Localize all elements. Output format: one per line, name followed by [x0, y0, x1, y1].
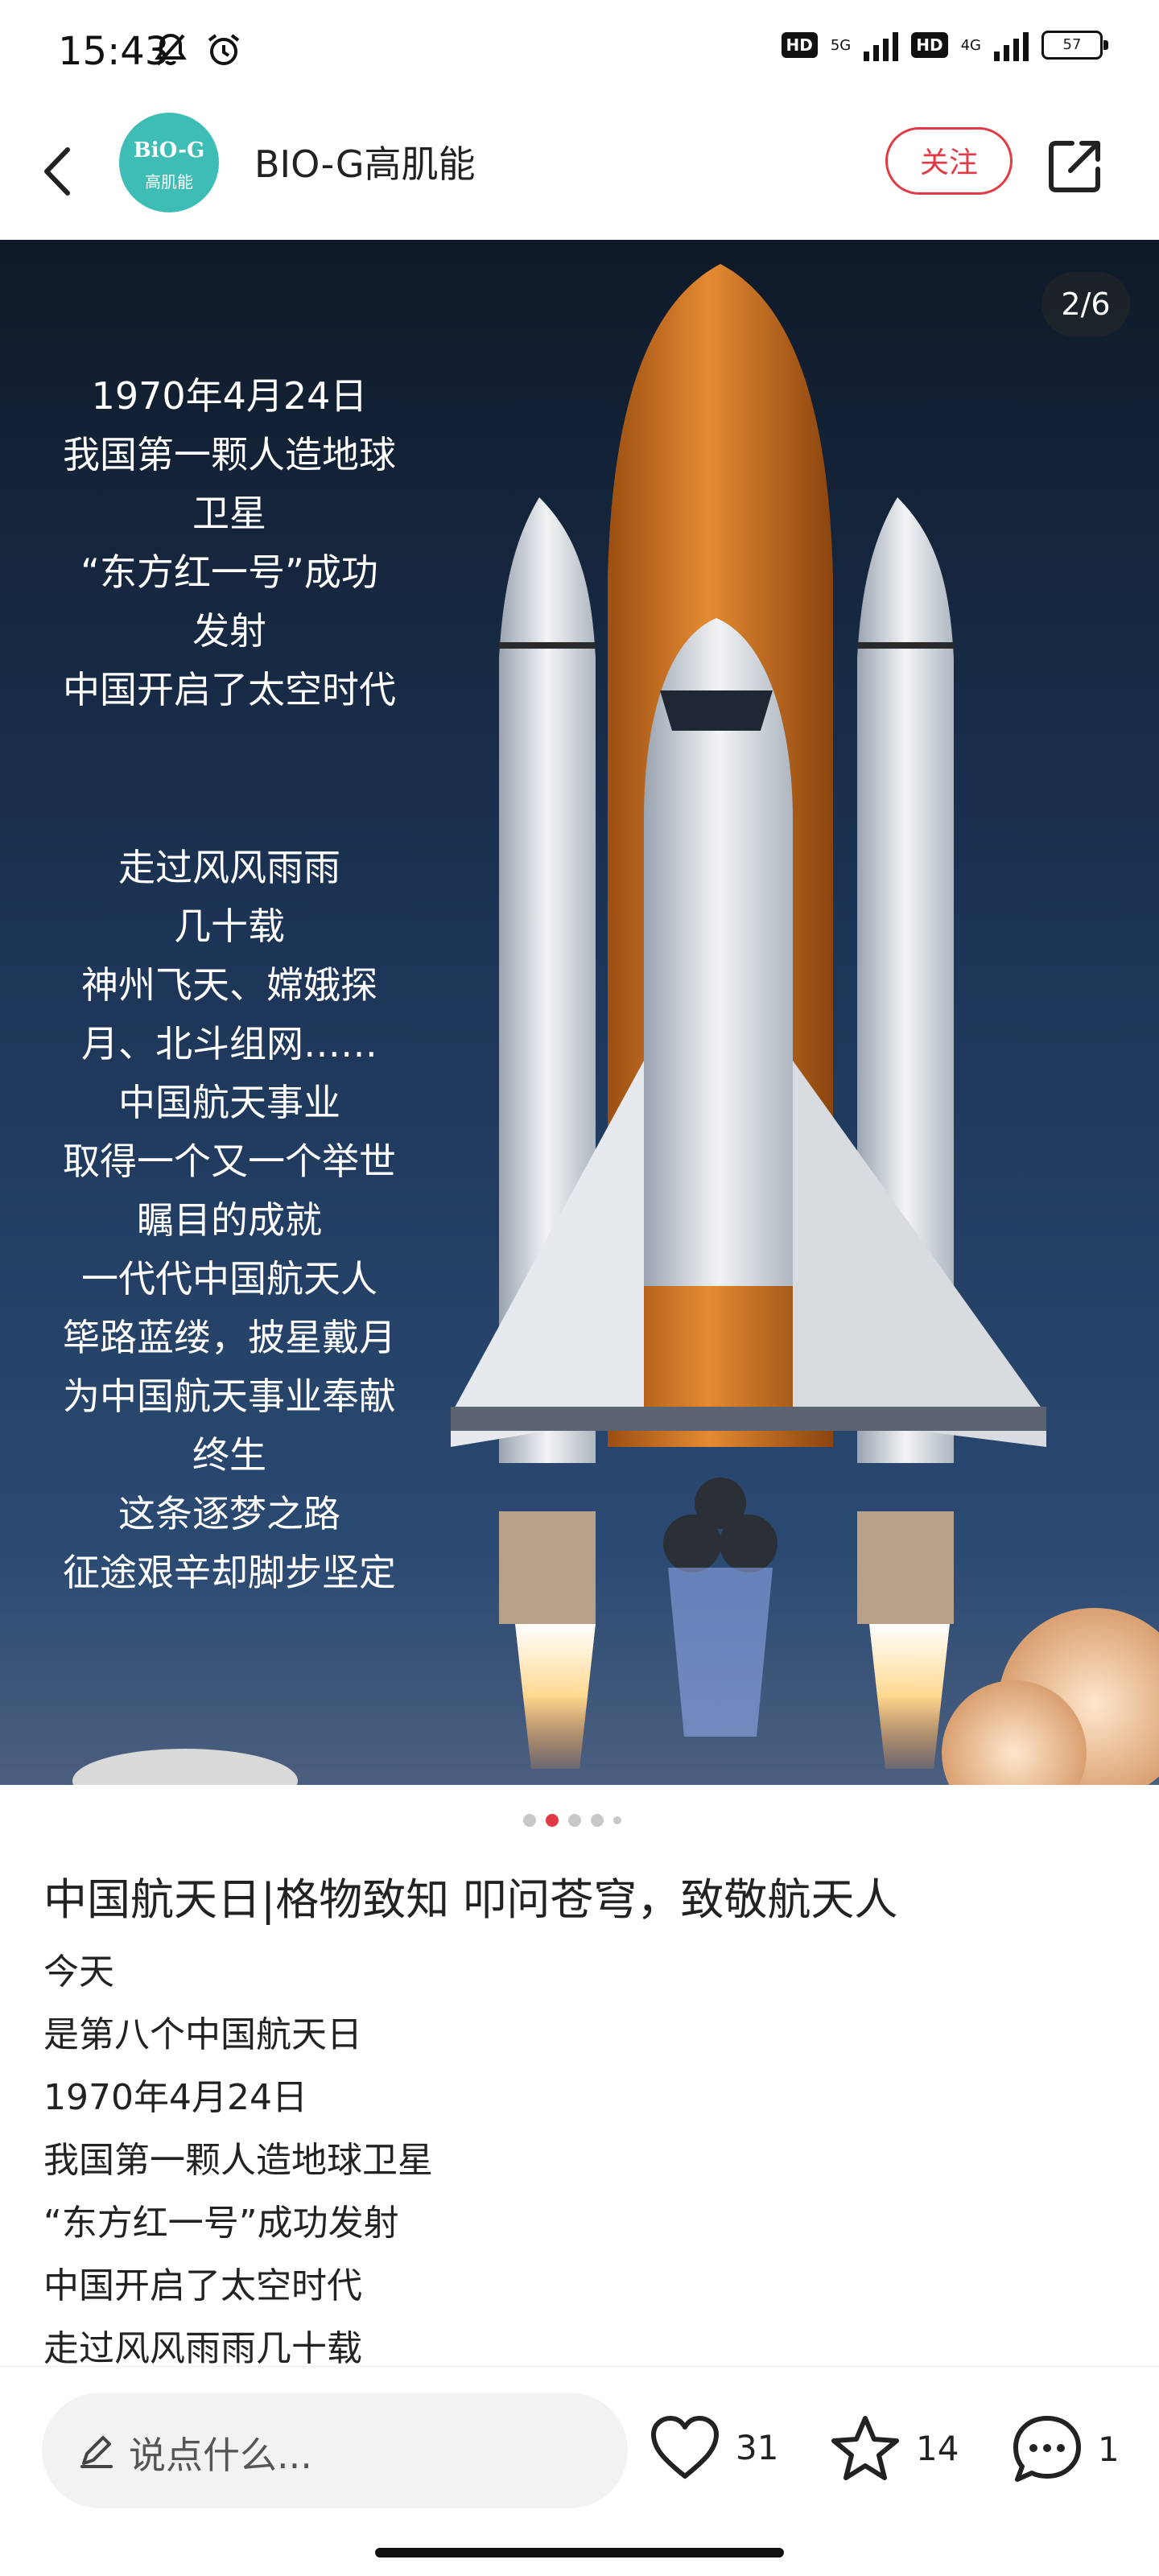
overlay-line: 神州飞天、嫦娥探 [81, 963, 377, 1007]
bottom-action-bar: 说点什么... 31 14 1 [0, 2366, 1159, 2576]
favorite-button[interactable]: 14 [829, 2413, 959, 2483]
signal-icon [864, 29, 899, 61]
post-body-line: 我国第一颗人造地球卫星 [43, 2140, 433, 2181]
overlay-line: 几十载 [174, 905, 285, 948]
post-body-line: “东方红一号”成功发射 [43, 2203, 399, 2244]
post-body-line: 中国开启了太空时代 [43, 2265, 362, 2306]
overlay-line: 筚路蓝缕，披星戴月 [63, 1316, 396, 1359]
avatar-logo-text: BiO-G [133, 138, 205, 163]
overlay-line: 这条逐梦之路 [118, 1492, 340, 1535]
follow-button[interactable]: 关注 [885, 127, 1013, 195]
overlay-line: 取得一个又一个举世 [63, 1140, 396, 1183]
battery-icon: 57 [1041, 31, 1108, 60]
status-right-icons: HD 5G HD 4G 57 [781, 29, 1108, 61]
hd-badge-1: HD [781, 32, 818, 58]
share-icon[interactable] [1043, 134, 1107, 198]
alarm-icon [208, 34, 240, 65]
favorite-count: 14 [916, 2428, 959, 2468]
overlay-line: 一代代中国航天人 [81, 1257, 377, 1300]
pencil-icon [80, 2436, 113, 2468]
like-button[interactable]: 31 [649, 2413, 778, 2481]
status-left-icons [151, 31, 243, 69]
post-title: 中国航天日|格物致知 叩问苍穹，致敬航天人 [43, 1874, 898, 1925]
overlay-line: 我国第一颗人造地球 [63, 433, 396, 476]
post-body: 今天 是第八个中国航天日 1970年4月24日 我国第一颗人造地球卫星 “东方红… [43, 1941, 1122, 2368]
heart-icon [651, 2416, 719, 2479]
comment-button[interactable]: 1 [1011, 2413, 1120, 2484]
comment-placeholder: 说点什么... [129, 2434, 312, 2477]
mute-bell-icon [155, 33, 187, 66]
comment-bubble-icon [1013, 2416, 1081, 2482]
carousel-dot-active[interactable] [546, 1814, 559, 1827]
like-count: 31 [736, 2427, 779, 2467]
home-indicator[interactable] [375, 2548, 784, 2557]
carousel-dots [523, 1814, 621, 1827]
carousel-dot[interactable] [591, 1814, 604, 1827]
signal-icon-2 [994, 29, 1029, 61]
post-body-line: 走过风风雨雨几十载 [43, 2328, 362, 2368]
status-bar: 15:43 HD 5G HD 4G 57 [0, 0, 1159, 105]
overlay-line: 征途艰辛却脚步坚定 [63, 1551, 396, 1594]
post-body-line: 是第八个中国航天日 [43, 2014, 362, 2055]
overlay-line: 终生 [192, 1433, 266, 1477]
post-body-line: 今天 [43, 1952, 114, 1993]
overlay-line: 1970年4月24日 [91, 374, 368, 418]
comment-count: 1 [1098, 2429, 1120, 2469]
network-type-1: 5G [830, 36, 852, 54]
post-image-carousel[interactable]: 2/6 1970年4月24日 我国第一颗人造地球 卫星 “东方红一号”成功 发射… [0, 240, 1159, 1785]
star-icon [831, 2416, 899, 2480]
carousel-dot[interactable] [523, 1814, 536, 1827]
overlay-line: “东方红一号”成功 [80, 550, 378, 594]
hd-badge-2: HD [911, 32, 948, 58]
overlay-line: 为中国航天事业奉献 [63, 1375, 396, 1418]
overlay-line: 走过风风雨雨 [118, 846, 340, 889]
avatar[interactable]: BiO-G 高肌能 [119, 113, 219, 212]
overlay-line: 发射 [192, 609, 266, 653]
back-arrow-icon[interactable] [32, 143, 89, 200]
post-body-line: 1970年4月24日 [43, 2077, 307, 2118]
post-header: BiO-G 高肌能 BIO-G高肌能 关注 [0, 105, 1159, 241]
overlay-line: 瞩目的成就 [137, 1198, 322, 1242]
overlay-line: 月、北斗组网…… [81, 1022, 377, 1065]
image-overlay-text: 1970年4月24日 我国第一颗人造地球 卫星 “东方红一号”成功 发射 中国开… [24, 367, 435, 1602]
carousel-dot[interactable] [568, 1814, 581, 1827]
overlay-line: 中国航天事业 [118, 1081, 340, 1124]
carousel-dot[interactable] [613, 1816, 621, 1824]
overlay-line: 中国开启了太空时代 [63, 668, 396, 711]
network-type-2: 4G [960, 36, 981, 54]
page-indicator-badge: 2/6 [1041, 272, 1130, 336]
overlay-line: 卫星 [192, 492, 266, 535]
avatar-logo-subtext: 高肌能 [145, 172, 193, 192]
comment-input[interactable]: 说点什么... [42, 2393, 628, 2508]
account-name[interactable]: BIO-G高肌能 [254, 135, 476, 188]
